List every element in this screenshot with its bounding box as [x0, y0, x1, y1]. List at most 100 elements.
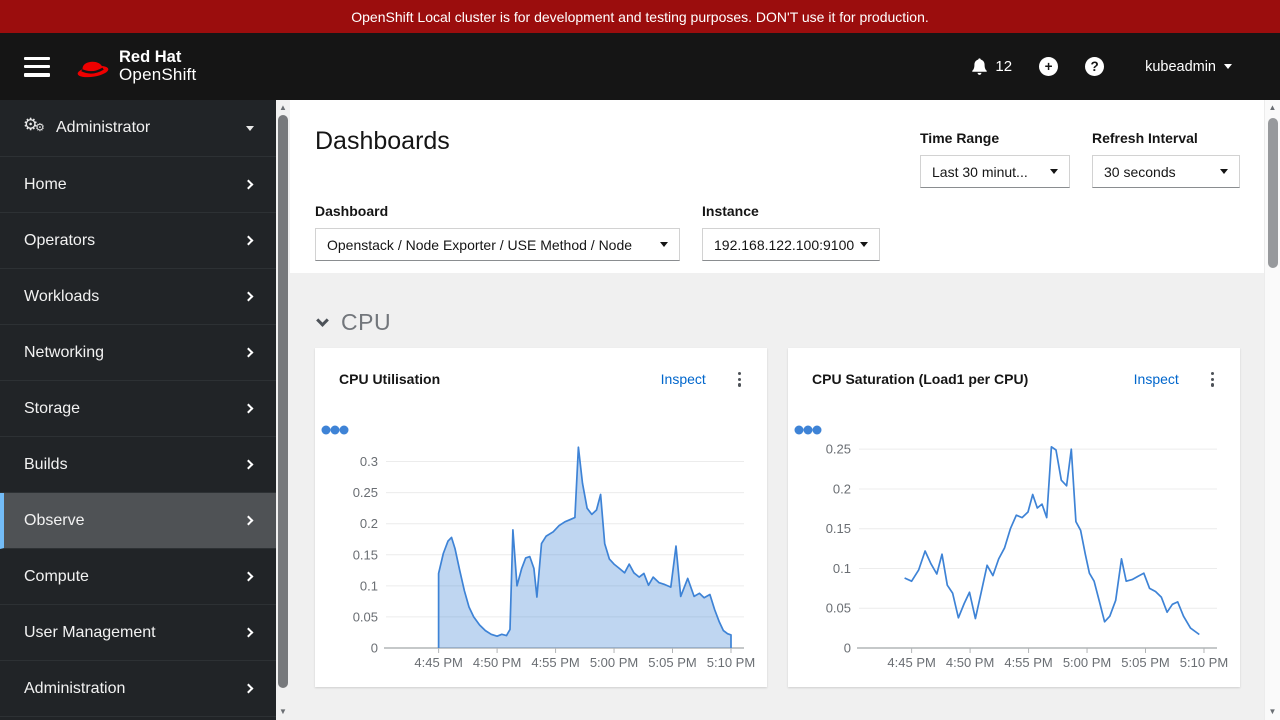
- series-line: [904, 445, 1200, 636]
- sidebar-item-operators[interactable]: Operators: [0, 213, 276, 269]
- y-tick-label: 0.25: [353, 485, 378, 500]
- help-button[interactable]: ?: [1085, 57, 1105, 76]
- brand-line1: Red Hat: [119, 47, 182, 66]
- sidebar-item-compute[interactable]: Compute: [0, 549, 276, 605]
- sidebar-item-builds[interactable]: Builds: [0, 437, 276, 493]
- card-title: CPU Saturation (Load1 per CPU): [812, 371, 1029, 388]
- sidebar-nav: Home Operators Workloads Networking Storage B…: [0, 157, 276, 717]
- sidebar-item-label: User Management: [24, 623, 156, 641]
- caret-down-icon: [860, 242, 868, 247]
- add-button[interactable]: +: [1039, 57, 1059, 76]
- x-tick-label: 5:05 PM: [1121, 655, 1169, 670]
- sidebar-item-observe[interactable]: Observe: [0, 493, 276, 549]
- user-menu[interactable]: kubeadmin: [1145, 59, 1232, 75]
- y-tick-label: 0.1: [833, 561, 851, 576]
- sidebar-item-workloads[interactable]: Workloads: [0, 269, 276, 325]
- dashboard-group: Dashboard Openstack / Node Exporter / US…: [315, 203, 680, 261]
- inspect-link[interactable]: Inspect: [1134, 371, 1179, 387]
- chevron-right-icon: [243, 683, 254, 694]
- sidebar-item-home[interactable]: Home: [0, 157, 276, 213]
- time-range-select[interactable]: Last 30 minut...: [920, 155, 1070, 188]
- x-tick-label: 4:55 PM: [1004, 655, 1052, 670]
- y-tick-label: 0.2: [360, 516, 378, 531]
- y-tick-label: 0.1: [360, 578, 378, 593]
- sidebar-item-label: Builds: [24, 455, 68, 473]
- x-tick-label: 5:10 PM: [1180, 655, 1228, 670]
- bell-icon: [972, 57, 988, 75]
- scrollbar-thumb[interactable]: [278, 115, 288, 688]
- legend-dots-icon[interactable]: [339, 425, 349, 435]
- cpu-saturation-chart: 0 0.05 0.1 0.15 0.2 0.25 4:45 PM 4:50 PM 4:55 PM…: [794, 425, 1228, 670]
- caret-down-icon: [1220, 169, 1228, 174]
- brand-line2: OpenShift: [119, 65, 197, 85]
- y-tick-label: 0.2: [833, 481, 851, 496]
- x-tick-label: 5:00 PM: [590, 655, 638, 670]
- x-tick-label: 5:10 PM: [707, 655, 755, 670]
- dashboard-select[interactable]: Openstack / Node Exporter / USE Method /…: [315, 228, 680, 261]
- page-body: CPU CPU Utilisation Inspect 0 0.05 0.1 0.15…: [290, 273, 1264, 720]
- instance-group: Instance 192.168.122.100:9100: [702, 203, 880, 261]
- sidebar-item-administration[interactable]: Administration: [0, 661, 276, 717]
- sidebar-item-label: Administration: [24, 679, 126, 697]
- banner-text: OpenShift Local cluster is for developme…: [351, 8, 929, 25]
- notifications-count: 12: [995, 58, 1013, 75]
- scroll-up-arrow[interactable]: ▲: [1265, 103, 1280, 113]
- sidebar-item-label: Home: [24, 175, 67, 193]
- notifications-button[interactable]: 12: [971, 57, 1013, 76]
- username: kubeadmin: [1145, 58, 1216, 75]
- legend-dots-icon[interactable]: [794, 425, 804, 435]
- inspect-link[interactable]: Inspect: [661, 371, 706, 387]
- x-tick-label: 4:45 PM: [887, 655, 935, 670]
- chevron-right-icon: [243, 403, 254, 414]
- series-area: [438, 447, 731, 648]
- cpu-saturation-card: CPU Saturation (Load1 per CPU) Inspect 0…: [788, 348, 1240, 687]
- x-tick-label: 4:55 PM: [531, 655, 579, 670]
- legend-dots-icon[interactable]: [803, 425, 813, 435]
- refresh-interval-label: Refresh Interval: [1092, 130, 1198, 146]
- y-tick-label: 0.25: [826, 442, 851, 457]
- y-tick-label: 0.05: [353, 609, 378, 624]
- perspective-switcher[interactable]: ⚙ ⚙ Administrator: [0, 100, 276, 157]
- chevron-right-icon: [243, 515, 254, 526]
- chevron-right-icon: [243, 571, 254, 582]
- scroll-up-arrow[interactable]: ▲: [276, 103, 290, 113]
- x-tick-label: 5:05 PM: [648, 655, 696, 670]
- kebab-icon[interactable]: [736, 370, 743, 389]
- caret-down-icon: [660, 242, 668, 247]
- y-tick-label: 0: [844, 641, 851, 656]
- openshift-console: OpenShift Local cluster is for developme…: [0, 0, 1280, 720]
- cpu-section-toggle[interactable]: CPU: [316, 309, 392, 336]
- nav-toggle-button[interactable]: [24, 56, 50, 77]
- y-tick-label: 0.05: [826, 601, 851, 616]
- scroll-down-arrow[interactable]: ▼: [276, 707, 290, 717]
- refresh-interval-select[interactable]: 30 seconds: [1092, 155, 1240, 188]
- refresh-interval-group: Refresh Interval 30 seconds: [1092, 130, 1240, 188]
- page-scrollbar[interactable]: ▲ ▼: [1264, 100, 1280, 720]
- legend-dots-icon[interactable]: [330, 425, 340, 435]
- legend-dots-icon[interactable]: [321, 425, 331, 435]
- chevron-right-icon: [243, 627, 254, 638]
- kebab-icon[interactable]: [1209, 370, 1216, 389]
- sidebar-item-label: Workloads: [24, 287, 100, 305]
- cogs-icon: ⚙ ⚙: [23, 115, 45, 134]
- hamburger-icon: [24, 56, 50, 60]
- dashboard-label: Dashboard: [315, 203, 389, 219]
- cpu-utilisation-chart: 0 0.05 0.1 0.15 0.2 0.25 0.3 4:45 PM 4:50 PM 4:55…: [321, 425, 755, 670]
- sidebar-item-storage[interactable]: Storage: [0, 381, 276, 437]
- chevron-right-icon: [243, 179, 254, 190]
- instance-select[interactable]: 192.168.122.100:9100: [702, 228, 880, 261]
- section-title: CPU: [341, 309, 392, 335]
- chevron-right-icon: [243, 291, 254, 302]
- scroll-down-arrow[interactable]: ▼: [1265, 707, 1280, 717]
- sidebar-item-networking[interactable]: Networking: [0, 325, 276, 381]
- chevron-right-icon: [243, 459, 254, 470]
- y-tick-label: 0.3: [360, 454, 378, 469]
- sidebar-item-user-management[interactable]: User Management: [0, 605, 276, 661]
- brand-logo[interactable]: Red Hat OpenShift: [76, 47, 197, 85]
- time-range-label: Time Range: [920, 130, 1000, 146]
- x-tick-label: 4:50 PM: [946, 655, 994, 670]
- scrollbar-thumb[interactable]: [1268, 118, 1278, 268]
- main-content: Dashboards Time Range Last 30 minut... R…: [290, 100, 1264, 720]
- legend-dots-icon[interactable]: [812, 425, 822, 435]
- sidebar-scrollbar[interactable]: ▲ ▼: [276, 100, 290, 720]
